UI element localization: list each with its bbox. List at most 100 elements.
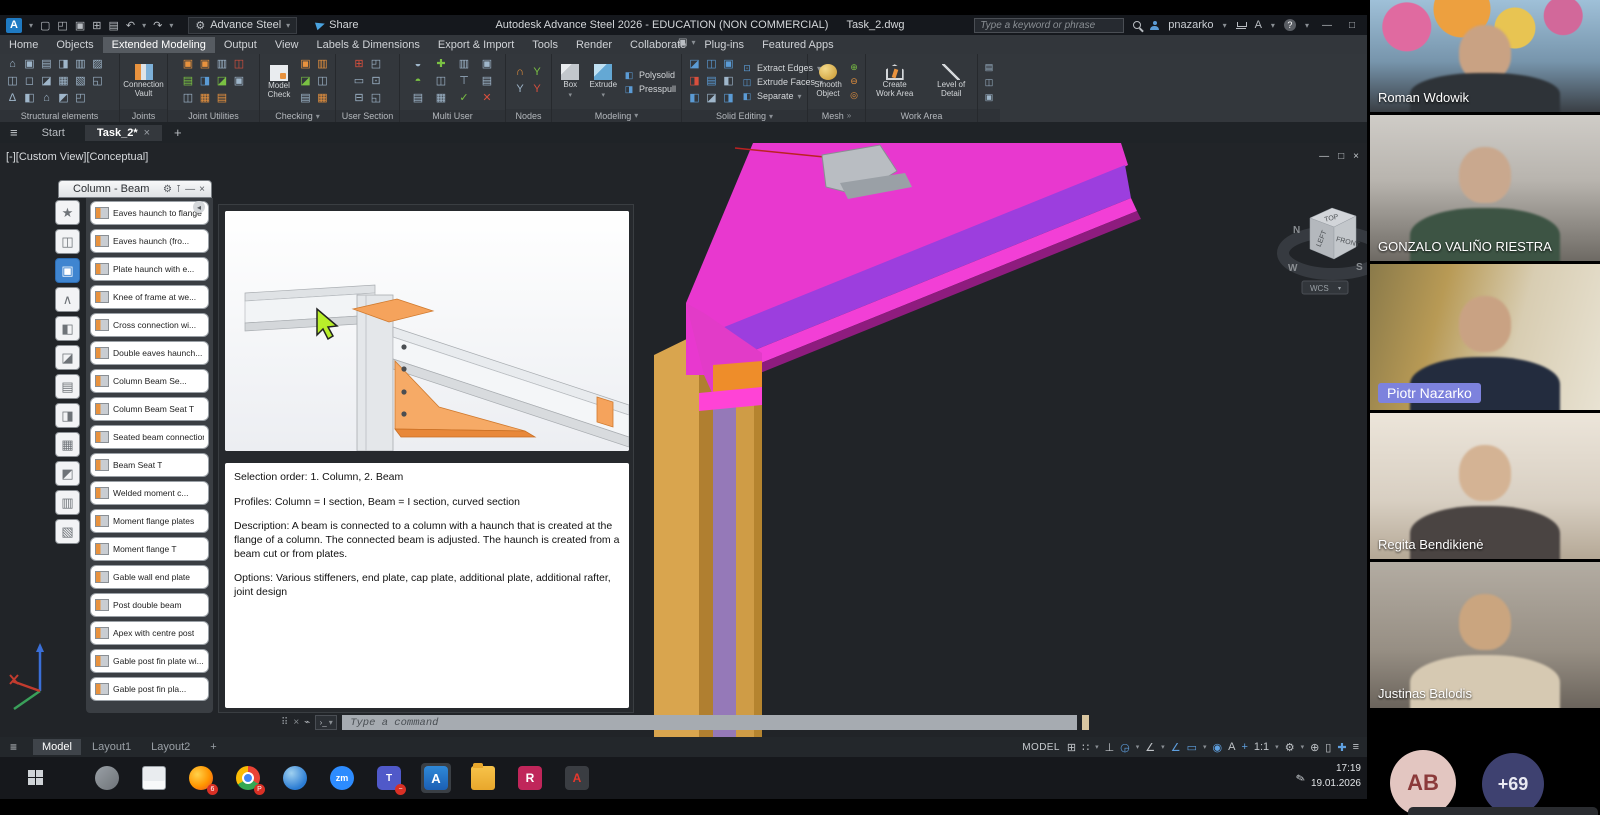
taskbar-app-button[interactable]: zm bbox=[327, 763, 357, 793]
ribbon-tool-icon[interactable]: ◪ bbox=[215, 74, 230, 89]
search-icon[interactable] bbox=[1133, 21, 1141, 29]
palette-category-button[interactable]: ∧ bbox=[55, 287, 80, 312]
ribbon-tool-icon[interactable]: ◨ bbox=[56, 57, 71, 72]
start-button-icon[interactable] bbox=[28, 770, 43, 785]
palette-category-button[interactable]: ◧ bbox=[55, 316, 80, 341]
layout-tab[interactable]: Layout1 bbox=[83, 739, 140, 755]
panel-label[interactable]: Checking▾ bbox=[260, 110, 335, 122]
ribbon-tool-icon[interactable]: ▣ bbox=[181, 57, 196, 72]
svg-text:N[interactable]: N bbox=[1293, 225, 1300, 236]
ribbon-tool-icon[interactable]: ▦ bbox=[56, 74, 71, 89]
ribbon-tool-icon[interactable]: ▭ bbox=[352, 74, 367, 89]
joint-list-item[interactable]: Knee of frame at we... bbox=[90, 285, 209, 309]
panel-label[interactable]: Modeling▾ bbox=[552, 109, 681, 122]
signed-in-user[interactable]: pnazarko bbox=[1168, 19, 1213, 31]
save-as-icon[interactable]: ⊞ bbox=[92, 19, 101, 32]
ribbon-tool-icon[interactable]: ◩ bbox=[56, 91, 71, 106]
svg-text:S[interactable]: S bbox=[1356, 262, 1363, 273]
viewport-restore-icon[interactable]: □ bbox=[1338, 151, 1344, 162]
taskbar-clock[interactable]: 17:19 19.01.2026 bbox=[1311, 762, 1361, 791]
connection-vault-palette-header[interactable]: Column - Beam ⚙ ⊺ — × bbox=[58, 180, 212, 198]
ribbon-tab[interactable]: Export & Import bbox=[429, 37, 523, 53]
panel-label[interactable]: Structural elements bbox=[0, 110, 119, 122]
connection-vault-button[interactable]: Connection Vault bbox=[123, 64, 163, 99]
undo-caret-icon[interactable]: ▾ bbox=[142, 21, 146, 30]
joint-list-item[interactable]: Plate haunch with e... bbox=[90, 257, 209, 281]
ribbon-tool-icon[interactable]: ▥ bbox=[315, 57, 330, 72]
ribbon-tool-icon[interactable]: ◫ bbox=[704, 57, 719, 72]
store-cart-icon[interactable] bbox=[1236, 22, 1246, 29]
ribbon-tool-icon[interactable]: ◧ bbox=[721, 74, 736, 89]
view-cube[interactable]: N W S TOP LEFT FRONT WCS ▾ bbox=[1283, 208, 1367, 294]
status-toggle-icon[interactable]: ∷ bbox=[1082, 741, 1089, 754]
ribbon-tool-icon[interactable]: ▣ bbox=[198, 57, 213, 72]
taskbar-app-button[interactable]: A bbox=[421, 763, 451, 793]
autodesk-app-icon[interactable]: A bbox=[1255, 19, 1262, 31]
ribbon-tool-icon[interactable]: Y bbox=[530, 65, 545, 80]
status-toggle-icon[interactable]: ∠ bbox=[1171, 741, 1181, 754]
status-toggle-icon[interactable]: ▾ bbox=[1136, 743, 1140, 751]
ribbon-tool-icon[interactable]: ⊤ bbox=[457, 74, 472, 89]
file-tab-menu-icon[interactable]: ≡ bbox=[0, 125, 28, 140]
ribbon-tool-icon[interactable]: ⌂ bbox=[5, 57, 20, 72]
status-toggle-icon[interactable]: ▯ bbox=[1325, 741, 1331, 754]
ribbon-tab[interactable]: Objects bbox=[47, 37, 102, 53]
joint-list-item[interactable]: Double eaves haunch... bbox=[90, 341, 209, 365]
command-prompt-icon[interactable]: ›_▾ bbox=[315, 715, 337, 730]
status-toggle-icon[interactable]: + bbox=[1241, 741, 1247, 753]
new-file-icon[interactable]: ▢ bbox=[40, 19, 50, 32]
ribbon-tool-icon[interactable]: ▤ bbox=[411, 91, 426, 106]
command-drag-handle[interactable]: ⠿ bbox=[281, 717, 288, 728]
command-input[interactable] bbox=[342, 715, 1077, 730]
new-tab-button[interactable]: + bbox=[164, 125, 192, 140]
ribbon-tool-icon[interactable]: ▦ bbox=[434, 91, 449, 106]
status-toggle-icon[interactable]: ▾ bbox=[1301, 743, 1305, 751]
ribbon-tool-icon[interactable]: ⊡ bbox=[369, 74, 384, 89]
presspull-button[interactable]: ◨ Presspull bbox=[623, 83, 676, 95]
palette-pin-icon[interactable]: ⊺ bbox=[176, 184, 181, 195]
ribbon-tool-icon[interactable]: ∩ bbox=[513, 65, 528, 80]
restore-button[interactable]: □ bbox=[1345, 20, 1359, 31]
ribbon-tool-icon[interactable]: ▨ bbox=[90, 57, 105, 72]
ribbon-tool-icon[interactable]: ▣ bbox=[22, 57, 37, 72]
joint-list-item[interactable]: Moment flange plates bbox=[90, 509, 209, 533]
ribbon-tool-icon[interactable]: ∆ bbox=[5, 91, 20, 106]
app-menu-caret-icon[interactable]: ▾ bbox=[29, 21, 33, 30]
pen-input-icon[interactable]: ✎ bbox=[1294, 771, 1306, 786]
participant-video-tile[interactable]: Regita Bendikienė bbox=[1370, 413, 1600, 559]
status-toggle-icon[interactable]: ◶ bbox=[1120, 741, 1130, 754]
layout-tab[interactable]: Model bbox=[33, 739, 81, 755]
status-toggle-icon[interactable]: ⊥ bbox=[1105, 741, 1115, 754]
taskbar-app-button[interactable]: P bbox=[233, 763, 263, 793]
ribbon-tool-icon[interactable]: ◫ bbox=[232, 57, 247, 72]
ribbon-tool-icon[interactable]: ▣ bbox=[480, 57, 495, 72]
ribbon-tool-icon[interactable]: ▤ bbox=[215, 91, 230, 106]
help-caret-icon[interactable]: ▾ bbox=[1305, 21, 1309, 30]
joint-list-item[interactable]: Gable post fin plate wi... bbox=[90, 649, 209, 673]
search-input[interactable] bbox=[974, 18, 1124, 33]
status-toggle-icon[interactable]: ⚙ bbox=[1285, 741, 1295, 754]
status-toggle-icon[interactable]: ▭ bbox=[1187, 741, 1197, 754]
palette-category-button[interactable]: ▦ bbox=[55, 432, 80, 457]
palette-category-button[interactable]: ▥ bbox=[55, 490, 80, 515]
ribbon-tool-icon[interactable]: ▣ bbox=[983, 90, 996, 105]
panel-label[interactable]: Work Area bbox=[866, 109, 977, 122]
palette-category-button[interactable]: ◨ bbox=[55, 403, 80, 428]
ribbon-tool-icon[interactable]: ◫ bbox=[983, 75, 996, 90]
joint-list-item[interactable]: Seated beam connection bbox=[90, 425, 209, 449]
palette-collapse-icon[interactable]: ◂ bbox=[193, 201, 205, 213]
ribbon-tab[interactable]: Extended Modeling bbox=[103, 37, 215, 53]
palette-category-button[interactable]: ▧ bbox=[55, 519, 80, 544]
taskbar-app-button[interactable] bbox=[92, 763, 122, 793]
taskbar-app-button[interactable]: A bbox=[562, 763, 592, 793]
taskbar-app-button[interactable]: R bbox=[515, 763, 545, 793]
ribbon-tool-icon[interactable]: ▧ bbox=[73, 74, 88, 89]
palette-category-button[interactable]: ◪ bbox=[55, 345, 80, 370]
ribbon-tab[interactable]: Home bbox=[0, 37, 47, 53]
participant-video-tile[interactable]: Piotr Nazarko bbox=[1370, 264, 1600, 410]
ribbon-tab[interactable]: View bbox=[266, 37, 308, 53]
toolbar-overflow-icon[interactable]: ▣ bbox=[678, 37, 687, 48]
ribbon-tool-icon[interactable]: ◒ bbox=[411, 57, 426, 72]
ribbon-tool-icon[interactable]: ✓ bbox=[457, 91, 472, 106]
undo-icon[interactable]: ↶ bbox=[126, 19, 135, 32]
